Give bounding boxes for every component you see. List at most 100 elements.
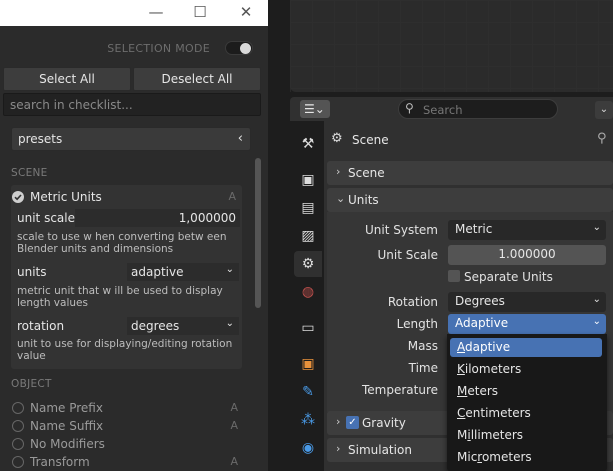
unit-scale-field[interactable]: 1,000000 — [75, 209, 240, 227]
checklist-item[interactable]: No Modifiers — [12, 436, 240, 454]
window-titlebar: — ☐ ✕ — [0, 0, 268, 26]
tool-tab-icon[interactable]: ⚒ — [294, 131, 322, 157]
close-button[interactable]: ✕ — [224, 0, 268, 26]
editor-type-button[interactable]: ☰⌄ — [300, 100, 330, 118]
chevron-right-icon: › — [336, 415, 341, 428]
checklist-window: — ☐ ✕ SELECTION MODE Select All Deselect… — [0, 0, 268, 471]
minimize-button[interactable]: — — [134, 0, 178, 26]
chevron-down-icon: ⌄ — [592, 294, 601, 305]
unchecked-circle-icon — [12, 438, 24, 450]
units-panel-header[interactable]: ⌄ Units — [327, 188, 613, 212]
chevron-down-icon: ⌄ — [225, 264, 234, 275]
item-label: Transform — [30, 455, 90, 469]
length-label: Length — [396, 317, 438, 331]
properties-search-input[interactable]: ⚲ Search — [398, 99, 558, 119]
unit-system-dropdown[interactable]: Metric ⌄ — [448, 220, 606, 240]
unit-system-label: Unit System — [365, 223, 438, 237]
unchecked-circle-icon — [12, 456, 24, 468]
unit-scale-label: Unit Scale — [377, 248, 438, 262]
gravity-checkbox[interactable]: ✓ — [346, 416, 359, 429]
chevron-left-icon: ‹ — [237, 131, 243, 146]
chevron-down-icon: ⌄ — [225, 318, 234, 329]
search-icon: ⚲ — [405, 101, 414, 115]
unchecked-circle-icon — [12, 420, 24, 432]
menu-item-meters[interactable]: Meters — [450, 382, 602, 401]
checklist-scrollbar[interactable] — [255, 158, 261, 308]
item-label: No Modifiers — [30, 437, 105, 451]
chevron-down-icon: ⌄ — [592, 222, 601, 233]
rotation-description: unit to use for displaying/editing rotat… — [17, 338, 233, 362]
rotation-label: rotation — [17, 319, 65, 333]
select-all-button[interactable]: Select All — [3, 67, 131, 91]
panel-title: Simulation — [348, 443, 412, 457]
chevron-right-icon: › — [336, 442, 341, 455]
pin-icon[interactable]: ⚲ — [597, 131, 607, 146]
chevron-right-icon: › — [336, 165, 341, 178]
rotation-dropdown[interactable]: degrees ⌄ — [127, 317, 239, 335]
menu-item-adaptive[interactable]: Adaptive — [450, 338, 602, 357]
scene-context-icon: ⚙ — [331, 131, 343, 146]
units-value: adaptive — [131, 265, 184, 279]
length-dropdown-menu: Adaptive Kilometers Meters Centimeters M… — [447, 334, 607, 471]
auto-badge: A — [230, 401, 238, 414]
selection-mode-toggle[interactable] — [225, 41, 253, 55]
auto-badge: A — [230, 455, 238, 468]
selection-mode-label: SELECTION MODE — [107, 42, 210, 55]
units-label: units — [17, 265, 47, 279]
auto-badge: A — [230, 419, 238, 432]
units-dropdown[interactable]: adaptive ⌄ — [127, 263, 239, 281]
mass-label: Mass — [407, 339, 438, 353]
output-tab-icon[interactable]: ▤ — [294, 195, 322, 221]
maximize-icon: ☐ — [193, 3, 207, 21]
chevron-down-icon: ⌄ — [592, 316, 601, 327]
maximize-button[interactable]: ☐ — [178, 0, 222, 26]
rotation-dropdown[interactable]: Degrees ⌄ — [448, 292, 606, 312]
physics-tab-icon[interactable]: ◉ — [294, 435, 322, 461]
viewport-area[interactable] — [290, 0, 613, 92]
menu-item-millimeters[interactable]: Millimeters — [450, 426, 602, 445]
menu-item-micrometers[interactable]: Micrometers — [450, 448, 602, 467]
checked-circle-icon — [12, 191, 24, 203]
unit-scale-field[interactable]: 1.000000 — [448, 245, 606, 265]
render-tab-icon[interactable]: ▣ — [294, 167, 322, 193]
checklist-item[interactable]: Transform A — [12, 454, 240, 471]
length-dropdown[interactable]: Adaptive ⌄ — [448, 314, 606, 334]
checklist-search-input[interactable]: search in checklist... — [3, 93, 261, 116]
properties-search-placeholder: Search — [423, 103, 463, 117]
collection-tab-icon[interactable]: ▭ — [294, 315, 322, 341]
unchecked-circle-icon — [12, 402, 24, 414]
checklist-item[interactable]: Name Suffix A — [12, 418, 240, 436]
item-label: Name Suffix — [30, 419, 104, 433]
rotation-label: Rotation — [387, 295, 438, 309]
auto-badge: A — [228, 190, 236, 203]
rotation-value: Degrees — [455, 294, 505, 308]
deselect-all-button[interactable]: Deselect All — [133, 67, 261, 91]
particles-tab-icon[interactable]: ⁂ — [294, 407, 322, 433]
viewport-grid — [290, 0, 613, 92]
object-section-header: OBJECT — [11, 378, 52, 390]
unit-scale-description: scale to use w hen converting betw een B… — [17, 231, 227, 255]
selection-mode-row: SELECTION MODE — [0, 40, 268, 58]
checklist-item[interactable]: Name Prefix A — [12, 400, 240, 418]
presets-label: presets — [18, 132, 63, 146]
object-tab-icon[interactable]: ▣ — [294, 351, 322, 377]
close-icon: ✕ — [239, 3, 253, 21]
unit-system-value: Metric — [455, 222, 493, 236]
unit-scale-label: unit scale — [17, 211, 75, 225]
time-label: Time — [408, 361, 438, 375]
metric-units-label: Metric Units — [30, 190, 102, 204]
separate-units-checkbox[interactable] — [448, 270, 460, 282]
scene-tab-icon[interactable]: ⚙ — [294, 251, 322, 277]
scene-panel-header[interactable]: › Scene — [327, 161, 613, 185]
length-value: Adaptive — [455, 316, 509, 330]
options-chevron-button[interactable]: ⌄ — [595, 101, 613, 119]
scene-section-header: SCENE — [11, 167, 48, 179]
modifier-tab-icon[interactable]: ✎ — [294, 379, 322, 405]
view-layer-tab-icon[interactable]: ▨ — [294, 223, 322, 249]
presets-dropdown[interactable]: presets ‹ — [11, 127, 251, 151]
menu-item-centimeters[interactable]: Centimeters — [450, 404, 602, 423]
metric-units-item[interactable]: Metric Units A — [12, 189, 240, 207]
panel-title: Units — [348, 193, 379, 207]
world-tab-icon[interactable]: ◍ — [294, 279, 322, 305]
menu-item-kilometers[interactable]: Kilometers — [450, 360, 602, 379]
